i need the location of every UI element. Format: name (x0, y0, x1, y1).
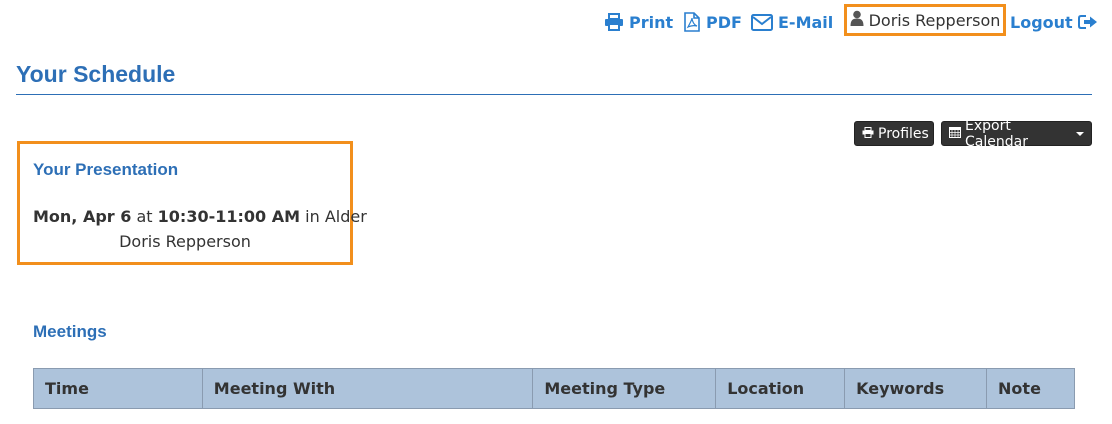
column-header-meeting-with[interactable]: Meeting With (201, 368, 534, 409)
print-icon (862, 126, 874, 142)
print-link[interactable]: Print (604, 11, 673, 33)
calendar-icon (949, 126, 961, 142)
envelope-icon (751, 13, 773, 31)
caret-down-icon (1076, 131, 1084, 136)
at-word: at (136, 207, 153, 226)
pdf-label: PDF (706, 12, 742, 32)
pdf-file-icon (683, 12, 701, 32)
meetings-table: Time Meeting With Meeting Type Location … (33, 368, 1075, 409)
presentation-room: Alder (324, 207, 367, 226)
column-header-note[interactable]: Note (986, 368, 1075, 409)
presentation-time: 10:30-11:00 AM (157, 207, 301, 226)
print-label: Print (629, 12, 674, 32)
export-calendar-dropdown[interactable]: Export Calendar (941, 118, 1092, 150)
in-word: in (305, 207, 320, 226)
presentation-date: Mon, Apr 6 (33, 207, 132, 226)
pdf-link[interactable]: PDF (683, 11, 742, 33)
title-divider (16, 94, 1092, 95)
presentation-heading: Your Presentation (33, 160, 179, 179)
column-header-meeting-type[interactable]: Meeting Type (532, 368, 717, 409)
table-header-row: Time Meeting With Meeting Type Location … (33, 368, 1075, 409)
print-icon (604, 13, 624, 31)
profiles-button[interactable]: Profiles (854, 121, 934, 146)
top-bar: Print PDF E-Mail Doris Repperson Logout (0, 0, 1112, 44)
current-user[interactable]: Doris Repperson (844, 4, 1006, 36)
presentation-details: Mon, Apr 6 at 10:30-11:00 AM in Alder (33, 207, 367, 226)
presentation-card: Your Presentation Mon, Apr 6 at 10:30-11… (17, 141, 367, 265)
logout-link[interactable]: Logout (1010, 11, 1098, 33)
logout-label: Logout (1010, 12, 1073, 32)
email-link[interactable]: E-Mail (751, 11, 833, 33)
sign-out-icon (1077, 14, 1098, 30)
user-name: Doris Repperson (868, 10, 1001, 30)
user-icon (850, 10, 864, 30)
profiles-label: Profiles (878, 125, 929, 142)
email-label: E-Mail (778, 12, 834, 32)
column-header-time[interactable]: Time (33, 368, 203, 409)
column-header-location[interactable]: Location (715, 368, 846, 409)
column-header-keywords[interactable]: Keywords (844, 368, 988, 409)
export-calendar-label: Export Calendar (965, 117, 1028, 150)
meetings-heading: Meetings (33, 322, 107, 341)
presenter-name: Doris Repperson (119, 232, 251, 251)
page-title: Your Schedule (16, 61, 176, 87)
